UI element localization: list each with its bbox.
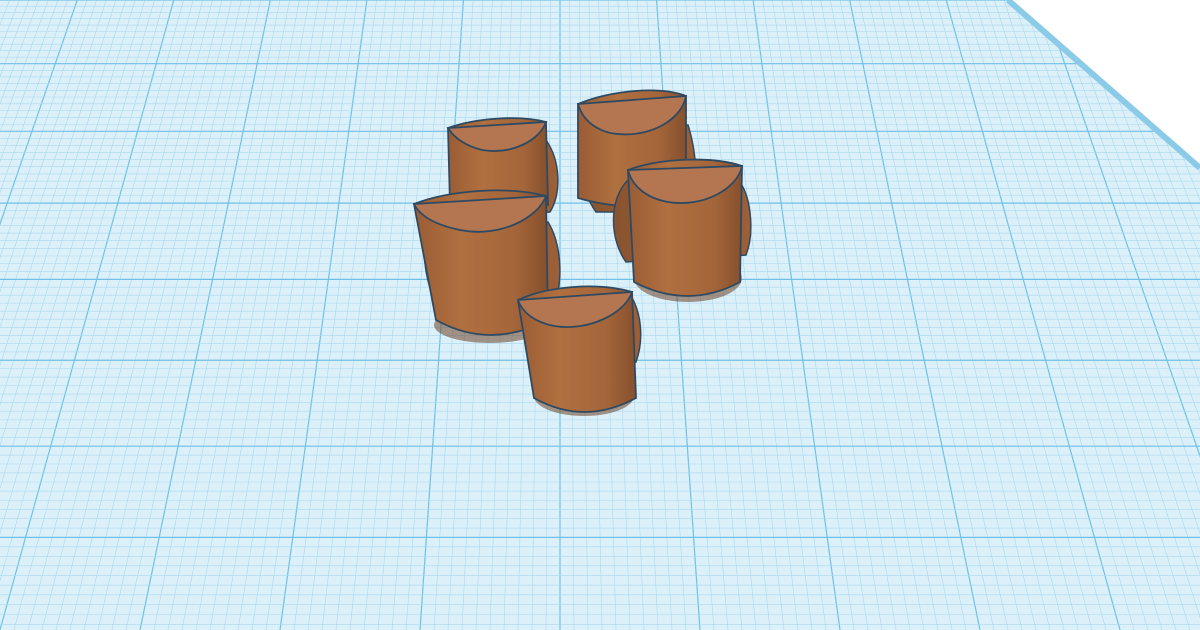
half-cylinder-shape-4[interactable] [612, 158, 752, 302]
workplane-viewport[interactable] [0, 0, 1200, 630]
half-cylinder-shape-5[interactable] [516, 285, 642, 416]
3d-scene[interactable] [0, 0, 1200, 630]
